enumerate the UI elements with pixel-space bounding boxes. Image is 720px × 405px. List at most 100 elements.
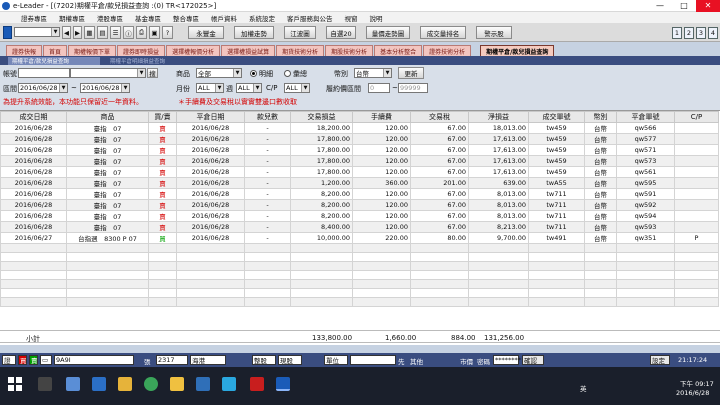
column-header[interactable]: 幣別 bbox=[584, 111, 617, 123]
column-header[interactable]: 平倉日期 bbox=[176, 111, 245, 123]
app-icon-1[interactable] bbox=[170, 377, 184, 391]
menu-item[interactable]: 視窗 bbox=[340, 13, 363, 23]
menu-item[interactable]: 港股專區 bbox=[92, 13, 128, 23]
market-select[interactable]: 證 bbox=[2, 355, 16, 365]
calc-icon[interactable]: ▣ bbox=[149, 26, 160, 39]
menu-item[interactable]: 客戶服務與公告 bbox=[282, 13, 338, 23]
column-header[interactable]: 款兒數 bbox=[244, 111, 291, 123]
table-row[interactable]: 2016/06/28 臺指 07 賣 2016/06/28-17,800.00 120.… bbox=[0, 144, 719, 156]
column-header[interactable]: C/P bbox=[674, 111, 719, 123]
task-view-icon[interactable] bbox=[66, 377, 80, 391]
column-header[interactable]: 商品 bbox=[66, 111, 149, 123]
order-type-select[interactable]: 整股 bbox=[252, 355, 276, 365]
edge-icon[interactable] bbox=[92, 377, 106, 391]
prev-icon[interactable]: ◀ bbox=[62, 26, 71, 39]
tab[interactable]: 證券即時損益 bbox=[117, 45, 166, 56]
market-price-check[interactable]: 市價 bbox=[460, 356, 473, 366]
tab[interactable]: 基本分析整合 bbox=[374, 45, 423, 56]
cp-select[interactable]: ALL ▼ bbox=[284, 83, 310, 93]
buy-button[interactable]: 買 bbox=[18, 355, 27, 365]
confirm-button[interactable]: 確認 bbox=[522, 355, 544, 365]
column-header[interactable]: 交易稅 bbox=[410, 111, 469, 123]
column-header[interactable]: 成交日期 bbox=[0, 111, 67, 123]
table-row[interactable]: 2016/06/28 臺指 07 賣 2016/06/28-8,200.00 120.0… bbox=[0, 210, 719, 222]
table-row[interactable]: 2016/06/28 臺指 07 賣 2016/06/28-17,800.00 120.… bbox=[0, 166, 719, 178]
list-icon[interactable]: ☰ bbox=[110, 26, 121, 39]
table-row[interactable]: 2016/06/28 臺指 07 賣 2016/06/28-17,800.00 120.… bbox=[0, 155, 719, 167]
exchange-select[interactable]: 海港 bbox=[190, 355, 226, 365]
tab[interactable]: 選擇權損益試算 bbox=[221, 45, 276, 56]
column-header[interactable]: 手續費 bbox=[352, 111, 411, 123]
price-input[interactable] bbox=[350, 355, 396, 365]
print-icon[interactable]: ⎙ bbox=[136, 26, 147, 39]
toolbar-button[interactable]: 江波圖 bbox=[284, 26, 316, 39]
tab[interactable]: 期權平倉/款兒損益查詢 bbox=[480, 45, 555, 56]
table-row[interactable]: 2016/06/27 台指週 8300 P 07 買 2016/06/28-10,00… bbox=[0, 232, 719, 244]
page-button[interactable]: 3 bbox=[696, 27, 706, 39]
tab[interactable]: 選擇權報價分析 bbox=[166, 45, 221, 56]
menu-item[interactable]: 整合專區 bbox=[168, 13, 204, 23]
explorer-icon[interactable] bbox=[118, 377, 132, 391]
menu-item[interactable]: 系統設定 bbox=[244, 13, 280, 23]
column-header[interactable]: 成交單號 bbox=[528, 111, 585, 123]
month-select[interactable]: ALL ▼ bbox=[196, 83, 224, 93]
toolbar-button[interactable]: 永豐金 bbox=[188, 26, 224, 39]
radio-total[interactable] bbox=[284, 70, 291, 77]
radio-detail[interactable] bbox=[250, 70, 257, 77]
page-button[interactable]: 4 bbox=[708, 27, 718, 39]
account-select[interactable]: ▼ bbox=[14, 27, 60, 37]
grid-icon[interactable]: ▦ bbox=[84, 26, 95, 39]
product-select[interactable]: 全部 ▼ bbox=[196, 68, 242, 78]
sell-button[interactable]: 賣 bbox=[29, 355, 38, 365]
table-row[interactable]: 2016/06/28 臺指 07 賣 2016/06/28-8,200.00 120.0… bbox=[0, 199, 719, 211]
search-icon[interactable] bbox=[38, 377, 52, 391]
toolbar-button[interactable]: 警示股 bbox=[476, 26, 512, 39]
more-button[interactable]: ▭ bbox=[40, 355, 52, 365]
chart-icon[interactable]: ▤ bbox=[97, 26, 108, 39]
column-header[interactable]: 淨損益 bbox=[468, 111, 529, 123]
settings-button[interactable]: 設定 bbox=[650, 355, 670, 365]
menu-item[interactable]: 證券專區 bbox=[16, 13, 52, 23]
column-header[interactable]: 平倉單號 bbox=[616, 111, 675, 123]
table-row[interactable]: 2016/06/28 臺指 07 賣 2016/06/28-18,200.00 120.… bbox=[0, 122, 719, 134]
help-icon[interactable]: ? bbox=[162, 26, 173, 39]
tab[interactable]: 期權報價下單 bbox=[68, 45, 117, 56]
outlook-icon[interactable] bbox=[196, 377, 210, 391]
maximize-button[interactable]: □ bbox=[672, 0, 696, 12]
table-row[interactable]: 2016/06/28 臺指 07 賣 2016/06/28-8,200.00 120.0… bbox=[0, 188, 719, 200]
account-input[interactable] bbox=[18, 68, 70, 78]
page-button[interactable]: 2 bbox=[684, 27, 694, 39]
week-select[interactable]: ALL ▼ bbox=[236, 83, 262, 93]
price-unit[interactable]: 單位 bbox=[324, 355, 348, 365]
tab[interactable]: 證券技術分析 bbox=[423, 45, 472, 56]
toolbar-button[interactable]: 加權走勢 bbox=[234, 26, 274, 39]
toolbar-button[interactable]: 自選20 bbox=[326, 26, 356, 39]
page-button[interactable]: 1 bbox=[672, 27, 682, 39]
app-icon-2[interactable] bbox=[222, 377, 236, 391]
subtab-detail[interactable]: 期權平倉明細損益查詢 bbox=[106, 57, 192, 65]
eleader-taskbar-icon[interactable] bbox=[276, 377, 290, 391]
app-icon-3[interactable] bbox=[250, 377, 264, 391]
password-input[interactable]: ******** bbox=[493, 355, 521, 365]
cash-select[interactable]: 現股 bbox=[278, 355, 302, 365]
subtab-summary[interactable]: 期權平倉/款兒損益查詢 bbox=[8, 57, 100, 65]
table-row[interactable]: 2016/06/28 臺指 07 賣 2016/06/28-8,400.00 120.0… bbox=[0, 221, 719, 233]
toolbar-button[interactable]: 量價走勢圖 bbox=[366, 26, 410, 39]
menu-item[interactable]: 說明 bbox=[365, 13, 388, 23]
menu-item[interactable]: 帳戶資料 bbox=[206, 13, 242, 23]
account-dropdown[interactable]: ▼ bbox=[70, 68, 146, 78]
other-check[interactable]: 其他 bbox=[410, 356, 423, 366]
info-icon[interactable]: ⓘ bbox=[123, 26, 134, 39]
refresh-button[interactable]: 更新 bbox=[398, 67, 424, 79]
strike-from[interactable]: 0 bbox=[368, 83, 390, 93]
date-from[interactable]: 2016/06/28 ▼ bbox=[18, 83, 68, 93]
tab[interactable]: 期貨技術分析 bbox=[276, 45, 325, 56]
tab[interactable]: 首頁 bbox=[43, 45, 68, 56]
chrome-icon[interactable] bbox=[144, 377, 158, 391]
strike-to[interactable]: 99999 bbox=[398, 83, 428, 93]
date-to[interactable]: 2016/06/28 ▼ bbox=[80, 83, 130, 93]
close-button[interactable]: ✕ bbox=[696, 0, 720, 12]
next-icon[interactable]: ▶ bbox=[73, 26, 82, 39]
toolbar-button[interactable]: 成交量排名 bbox=[420, 26, 466, 39]
menu-item[interactable]: 基金專區 bbox=[130, 13, 166, 23]
